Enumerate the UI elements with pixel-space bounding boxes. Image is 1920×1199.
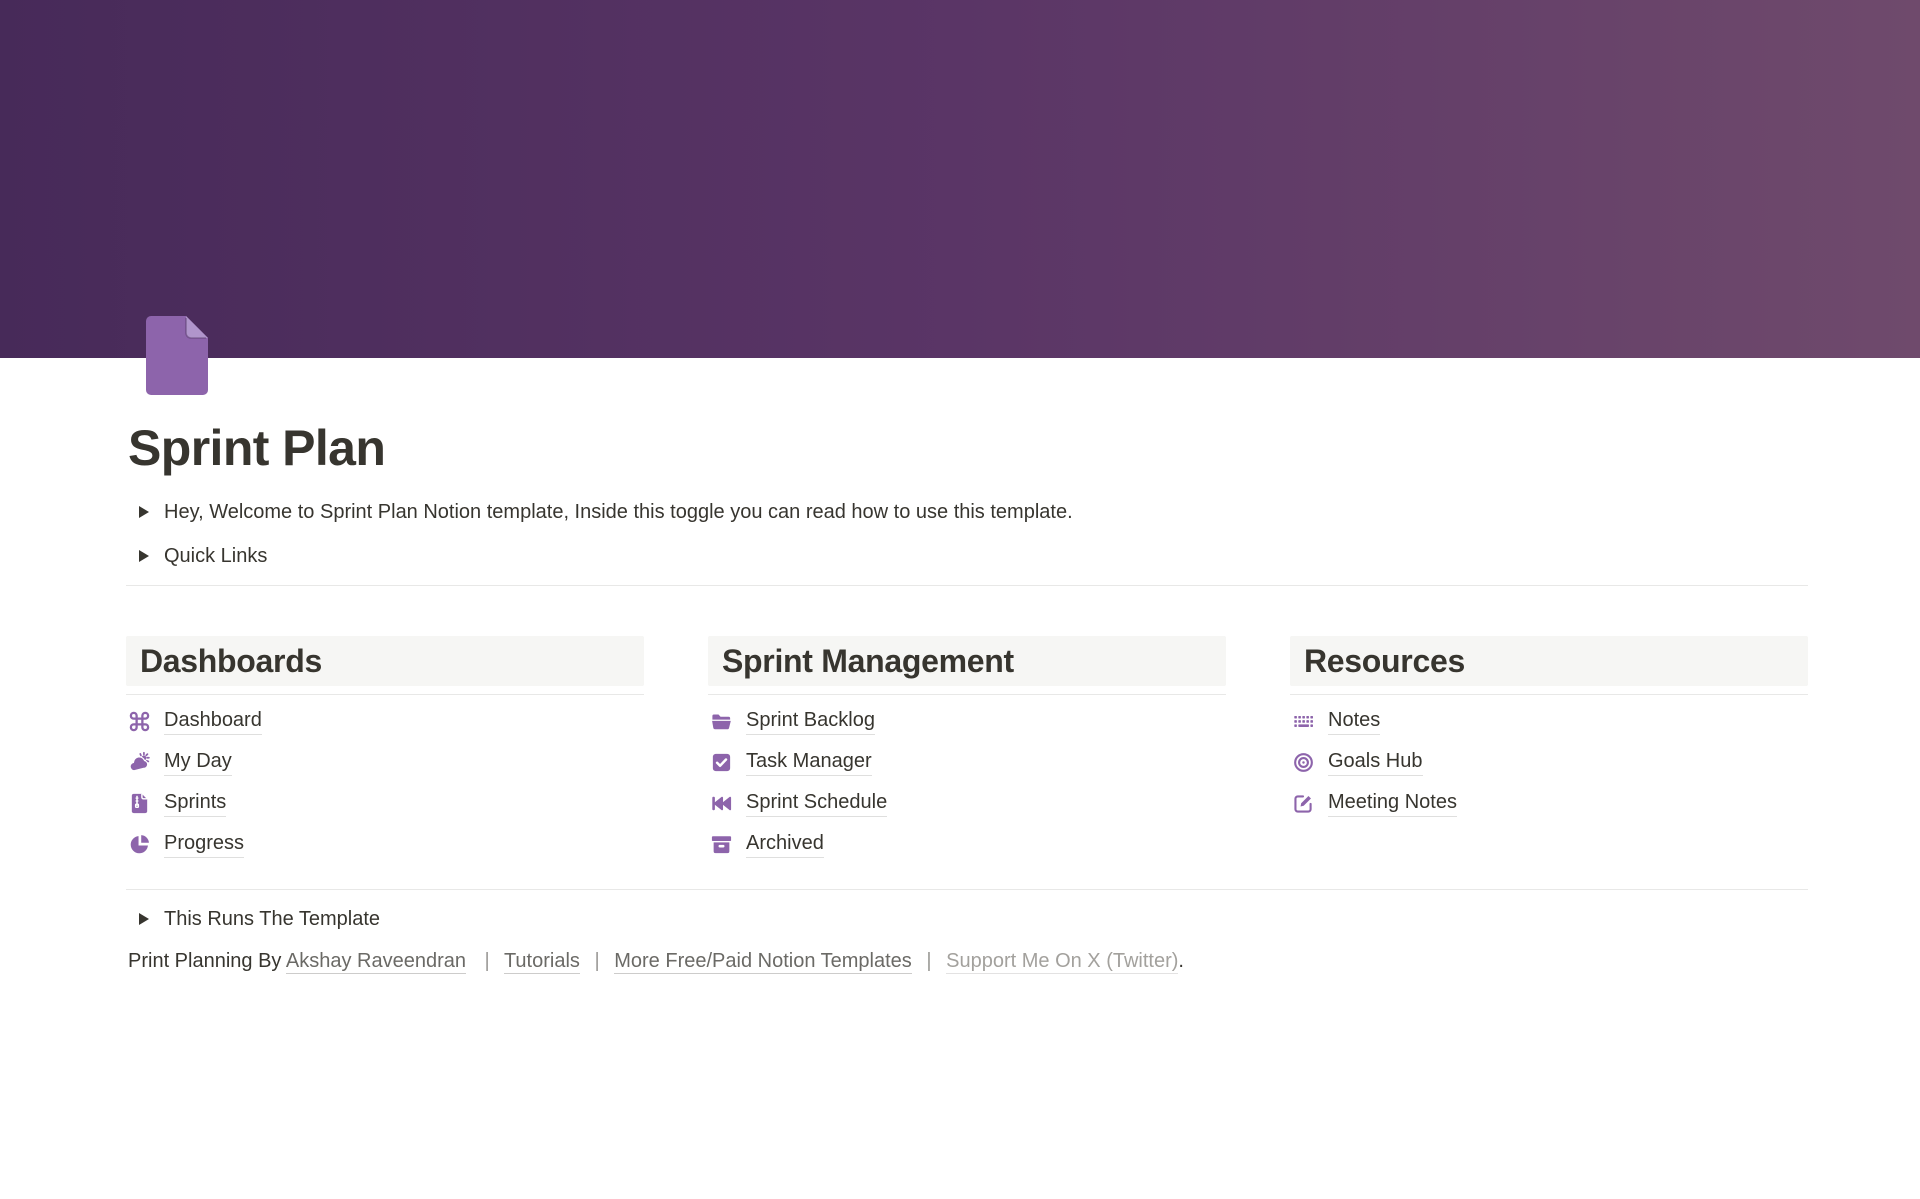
divider xyxy=(1290,694,1808,695)
rewind-icon xyxy=(710,792,733,815)
zipped-document-icon xyxy=(128,792,151,815)
toggle-welcome-text: Hey, Welcome to Sprint Plan Notion templ… xyxy=(164,501,1073,524)
divider xyxy=(126,694,644,695)
page-link-label: Meeting Notes xyxy=(1328,791,1457,817)
divider xyxy=(126,889,1808,890)
column-sprint-management: Sprint Management Sprint Backlog xyxy=(708,636,1226,865)
toggle-arrow-icon[interactable] xyxy=(132,907,156,931)
footer-prefix: Print Planning By xyxy=(128,950,281,972)
page-link-label: Task Manager xyxy=(746,750,872,776)
page-link-sprint-backlog[interactable]: Sprint Backlog xyxy=(708,701,1226,742)
column-dashboards: Dashboards Dashboard xyxy=(126,636,644,865)
toggle-welcome: Hey, Welcome to Sprint Plan Notion templ… xyxy=(126,495,1808,529)
command-icon xyxy=(128,710,151,733)
section-header-resources: Resources xyxy=(1290,636,1808,686)
page-link-label: Goals Hub xyxy=(1328,750,1423,776)
divider xyxy=(708,694,1226,695)
page-link-label: Sprint Backlog xyxy=(746,709,875,735)
column-resources: Resources Notes xyxy=(1290,636,1808,824)
footer-link-more-templates[interactable]: More Free/Paid Notion Templates xyxy=(614,950,912,974)
footer-credits: Print Planning By Akshay Raveendran | Tu… xyxy=(126,946,1808,976)
toggle-quick-links-text: Quick Links xyxy=(164,545,267,568)
page-link-sprints[interactable]: Sprints xyxy=(126,783,644,824)
footer-suffix: . xyxy=(1178,950,1184,972)
page-link-sprint-schedule[interactable]: Sprint Schedule xyxy=(708,783,1226,824)
page-link-dashboard[interactable]: Dashboard xyxy=(126,701,644,742)
page-title: Sprint Plan xyxy=(128,416,1808,481)
open-folder-icon xyxy=(710,710,733,733)
page-link-task-manager[interactable]: Task Manager xyxy=(708,742,1226,783)
page-link-label: Dashboard xyxy=(164,709,262,735)
page-cover xyxy=(0,0,1920,358)
columns-block: Dashboards Dashboard xyxy=(126,636,1808,865)
target-icon xyxy=(1292,751,1315,774)
page-with-folded-corner-icon xyxy=(146,316,208,395)
notion-page: Sprint Plan Hey, Welcome to Sprint Plan … xyxy=(0,416,1920,976)
page-link-label: My Day xyxy=(164,750,232,776)
footer-link-author[interactable]: Akshay Raveendran xyxy=(286,950,466,974)
footer-link-tutorials[interactable]: Tutorials xyxy=(504,950,580,974)
page-link-archived[interactable]: Archived xyxy=(708,824,1226,865)
checked-checkbox-icon xyxy=(710,751,733,774)
page-link-my-day[interactable]: My Day xyxy=(126,742,644,783)
page-link-label: Notes xyxy=(1328,709,1380,735)
toggle-runs-template-text: This Runs The Template xyxy=(164,908,380,931)
footer-separator: | xyxy=(594,950,599,972)
footer-separator: | xyxy=(926,950,931,972)
page-link-label: Sprint Schedule xyxy=(746,791,887,817)
toggle-arrow-icon[interactable] xyxy=(132,544,156,568)
divider xyxy=(126,585,1808,586)
page-link-label: Progress xyxy=(164,832,244,858)
sun-behind-cloud-icon xyxy=(128,751,151,774)
page-link-progress[interactable]: Progress xyxy=(126,824,644,865)
section-header-sprint-management: Sprint Management xyxy=(708,636,1226,686)
toggle-quick-links: Quick Links xyxy=(126,539,1808,573)
footer-link-twitter[interactable]: Support Me On X (Twitter) xyxy=(946,950,1178,974)
page-link-label: Sprints xyxy=(164,791,226,817)
page-link-notes[interactable]: Notes xyxy=(1290,701,1808,742)
toggle-arrow-icon[interactable] xyxy=(132,500,156,524)
page-icon[interactable] xyxy=(146,316,208,395)
page-link-meeting-notes[interactable]: Meeting Notes xyxy=(1290,783,1808,824)
section-header-dashboards: Dashboards xyxy=(126,636,644,686)
edit-square-icon xyxy=(1292,792,1315,815)
footer-separator: | xyxy=(485,950,490,972)
keyboard-icon xyxy=(1292,710,1315,733)
archive-box-icon xyxy=(710,833,733,856)
page-link-goals-hub[interactable]: Goals Hub xyxy=(1290,742,1808,783)
page-link-label: Archived xyxy=(746,832,824,858)
pie-chart-icon xyxy=(128,833,151,856)
toggle-runs-template: This Runs The Template xyxy=(126,902,1808,936)
